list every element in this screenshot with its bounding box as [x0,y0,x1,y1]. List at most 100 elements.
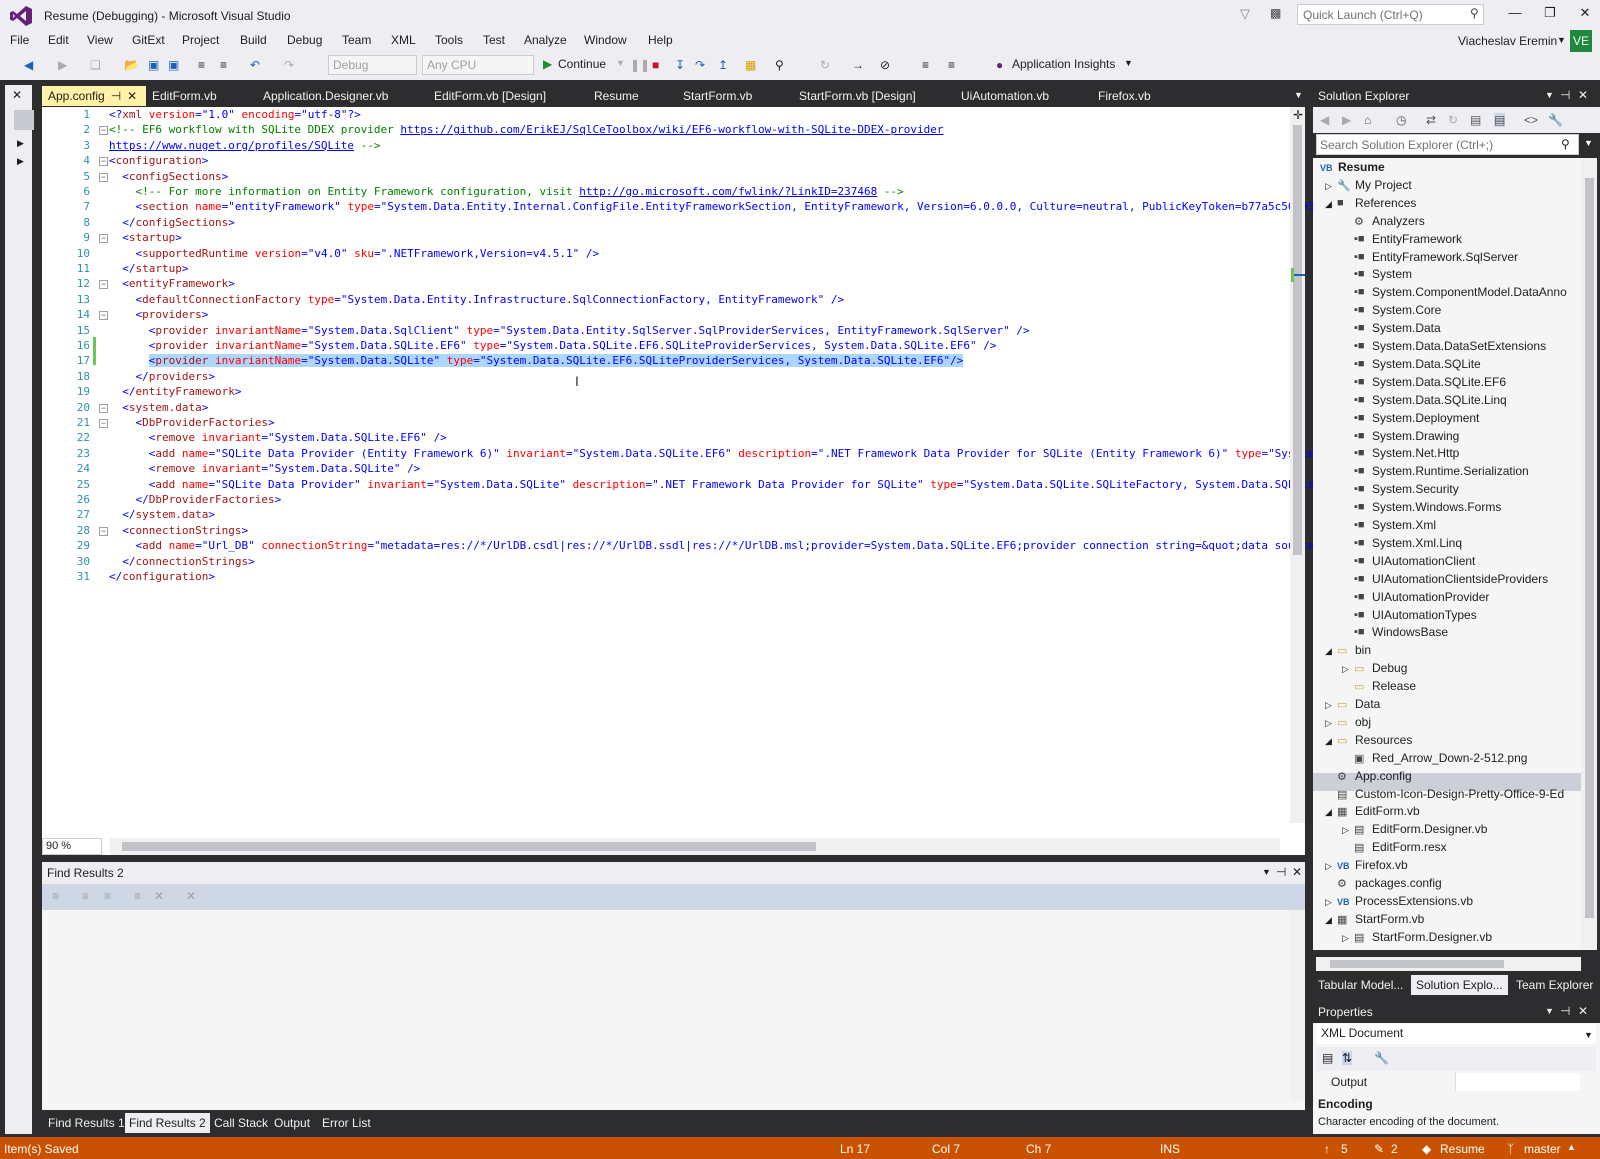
code-line[interactable]: <!-- EF6 workflow with SQLite DDEX provi… [109,123,943,136]
code-line[interactable]: <entityFramework> [109,277,235,290]
tree-item[interactable]: Red_Arrow_Down-2-512.png [1372,751,1527,765]
tree-item[interactable]: obj [1355,715,1371,729]
code-line[interactable]: </configuration> [109,570,215,583]
stop-debugging-icon[interactable]: ■ [652,58,659,72]
tree-item[interactable]: Resources [1355,733,1412,747]
expand-arrow-icon[interactable]: ▷ [1342,825,1349,836]
collapse-all-icon[interactable]: ▤ [1470,113,1481,127]
sync-icon[interactable]: ⇄ [1426,113,1436,127]
back-icon[interactable]: ◀ [1320,113,1329,127]
pencil-icon[interactable]: ✎ [1374,1142,1384,1156]
chevron-down-icon[interactable]: ▼ [1557,35,1566,45]
code-line[interactable]: </DbProviderFactories> [109,493,282,506]
tree-item[interactable]: EntityFramework.SqlServer [1372,250,1518,264]
pin-icon[interactable]: ⊣ [111,89,121,103]
tree-item[interactable]: System.Data.DataSetExtensions [1372,339,1546,353]
step-over-icon[interactable]: ↷ [695,58,705,72]
go-to-location-icon[interactable]: ≡ [52,889,59,903]
code-line[interactable]: <add name="SQLite Data Provider (Entity … [109,447,1328,460]
close-icon[interactable]: ✕ [1578,88,1588,102]
menu-edit[interactable]: Edit [48,33,69,47]
application-insights-button[interactable]: Application Insights [1012,57,1115,71]
tab-find-results-1[interactable]: Find Results 1 [44,1113,129,1133]
tree-item[interactable]: ProcessExtensions.vb [1355,894,1473,908]
code-line[interactable]: <providers> [109,308,209,321]
tree-item[interactable]: UIAutomationClient [1372,554,1475,568]
close-icon[interactable]: ✕ [1578,1004,1588,1018]
find-icon[interactable]: ⚲ [775,58,784,72]
property-value[interactable] [1455,1073,1580,1091]
tree-item[interactable]: StartForm.vb [1355,912,1424,926]
breakpoints-icon[interactable]: ⊘ [880,58,890,72]
tree-item[interactable]: StartForm.Designer.vb [1372,930,1492,944]
restore-button[interactable]: ❐ [1535,5,1565,21]
expand-arrow-icon[interactable]: ▷ [1342,933,1349,944]
code-line[interactable]: <!-- For more information on Entity Fram… [109,185,903,198]
collapse-arrow-icon[interactable]: ◢ [1325,199,1332,210]
code-line[interactable]: </configSections> [109,216,235,229]
menu-help[interactable]: Help [648,33,673,47]
collapse-arrow-icon[interactable]: ◢ [1325,915,1332,926]
tab-team-explorer[interactable]: Team Explorer [1511,975,1598,995]
stop-find-icon[interactable]: ✕ [154,889,164,903]
continue-button[interactable]: Continue [558,57,606,71]
save-icon[interactable]: ▣ [148,58,159,72]
tree-item[interactable]: Data [1355,697,1380,711]
tree-item[interactable]: packages.config [1355,876,1442,890]
tab-resume[interactable]: Resume [588,86,673,106]
show-all-files-icon[interactable]: ▤ [1494,113,1506,127]
menu-window[interactable]: Window [584,33,627,47]
tree-item[interactable]: System [1372,267,1412,281]
solution-tree-vthumb[interactable] [1585,178,1594,918]
tree-item[interactable]: Debug [1372,661,1407,675]
properties-wrench-icon[interactable]: 🔧 [1548,113,1563,127]
solution-explorer-search-input[interactable]: Search Solution Explorer (Ctrl+;) [1316,134,1579,155]
tab-startform-vb[interactable]: StartForm.vb [677,86,792,106]
menu-debug[interactable]: Debug [287,33,322,47]
menu-view[interactable]: View [87,33,113,47]
collapse-region-icon[interactable]: − [99,126,108,136]
comment-icon[interactable]: ≡ [198,58,205,72]
menu-build[interactable]: Build [240,33,267,47]
play-icon[interactable]: ▶ [543,57,552,71]
history-icon[interactable]: ◷ [1396,113,1406,127]
property-pages-icon[interactable]: 🔧 [1374,1051,1389,1065]
collapse-region-icon[interactable]: − [99,234,108,244]
expand-arrow-icon[interactable]: ▷ [1325,897,1332,908]
tree-item[interactable]: System.Runtime.Serialization [1372,464,1529,478]
solution-tree-hthumb[interactable] [1330,960,1504,968]
expand-icon[interactable]: ▶ [17,156,24,167]
tree-item[interactable]: System.Core [1372,303,1441,317]
home-icon[interactable]: ⌂ [1364,113,1371,127]
tab-call-stack[interactable]: Call Stack [210,1113,272,1133]
tree-item[interactable]: Release [1372,679,1416,693]
push-count[interactable]: 5 [1341,1142,1348,1156]
tab-error-list[interactable]: Error List [318,1113,375,1133]
tree-item[interactable]: System.ComponentModel.DataAnno [1372,285,1567,299]
branch-name[interactable]: master [1524,1142,1561,1156]
code-line[interactable]: </connectionStrings> [109,555,254,568]
cancel-icon[interactable]: ✕ [186,889,196,903]
tree-item[interactable]: System.Data.SQLite.Linq [1372,393,1507,407]
user-name[interactable]: Viacheslav Eremin [1458,34,1557,48]
menu-xml[interactable]: XML [391,33,416,47]
pin-icon[interactable]: ⊣ [1560,1004,1570,1018]
tree-item[interactable]: EntityFramework [1372,232,1462,246]
tree-item[interactable]: System.Net.Http [1372,446,1459,460]
close-icon[interactable]: ✕ [1292,865,1302,879]
menu-project[interactable]: Project [182,33,219,47]
menu-tools[interactable]: Tools [435,33,463,47]
search-icon[interactable]: ⚲ [1561,137,1570,151]
collapse-region-icon[interactable]: − [99,419,108,428]
chevron-up-icon[interactable]: ▲ [1567,1142,1576,1152]
code-line[interactable]: https://www.nuget.org/profiles/SQLite --… [109,139,381,152]
redo-icon[interactable]: ↷ [284,58,294,72]
editor-hscroll-thumb[interactable] [122,842,816,851]
tree-item[interactable]: My Project [1355,178,1412,192]
tab-startform-design[interactable]: StartForm.vb [Design] [793,86,956,106]
collapse-region-icon[interactable]: − [99,172,108,182]
code-line[interactable]: <section name="entityFramework" type="Sy… [109,200,1328,213]
tree-item[interactable]: EditForm.resx [1372,840,1447,854]
collapse-region-icon[interactable]: − [99,157,108,167]
code-line[interactable]: <configSections> [109,170,228,183]
